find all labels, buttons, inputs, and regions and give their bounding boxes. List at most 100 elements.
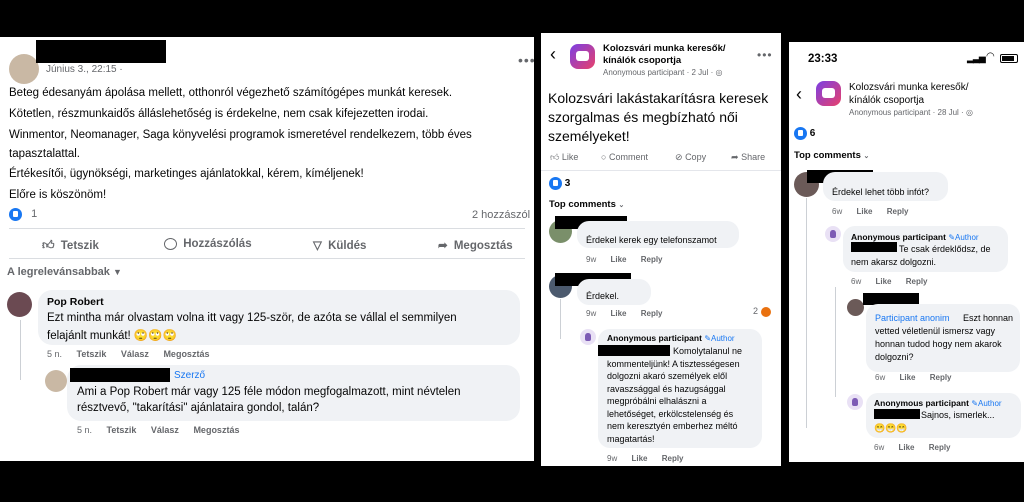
anonymous-avatar-icon[interactable] xyxy=(847,394,863,410)
post-date[interactable]: Június 3., 22:15 · xyxy=(46,64,123,75)
comment-reply-button[interactable]: Reply xyxy=(887,207,909,216)
comment-text: Komolytalanul ne kommenteljünk! A tiszte… xyxy=(607,346,743,444)
comment-like-button[interactable]: Like xyxy=(856,207,872,216)
angry-reaction-icon xyxy=(760,306,771,317)
post-line: Winmentor, Neomanager, Saga könyvelési p… xyxy=(9,129,472,141)
author-badge: ✎Author xyxy=(704,334,735,343)
comment-actions: 5 n. Tetszik Válasz Megosztás xyxy=(47,349,221,359)
comment-like-button[interactable]: Like xyxy=(875,277,891,286)
wifi-icon: ◠ xyxy=(986,51,995,62)
share-arrow-icon: ➦ xyxy=(438,240,448,252)
comment-time[interactable]: 6w xyxy=(851,277,861,286)
comment-author[interactable]: Anonymous participant ✎Author xyxy=(607,333,735,343)
author-avatar[interactable] xyxy=(45,370,67,392)
speech-bubble-icon: ○ xyxy=(601,152,607,162)
comment-like-button[interactable]: Tetszik xyxy=(77,349,107,359)
more-options-icon[interactable]: ••• xyxy=(757,48,773,62)
comment-text: nem akarsz dolgozni. xyxy=(851,257,937,267)
group-icon[interactable] xyxy=(570,44,595,69)
comment-sort-dropdown[interactable]: A legrelevánsabbak ▼ xyxy=(7,266,122,278)
anonymous-avatar-icon[interactable] xyxy=(825,226,841,242)
comment-text: résztvevő, "takarítási" ajánlataira gond… xyxy=(77,402,320,414)
comment-share-button[interactable]: Megosztás xyxy=(193,425,239,435)
mobile-post-panel-1: ‹ Kolozsvári munka keresők/ kínálók csop… xyxy=(541,33,781,466)
comment-reply-button[interactable]: Reply xyxy=(641,309,663,318)
like-reaction-icon xyxy=(794,127,807,140)
mobile-post-panel-2: 23:33 ▂▃▅ ◠ ‹ Kolozsvári munka keresők/ … xyxy=(789,42,1024,462)
comment-time[interactable]: 5 n. xyxy=(77,425,92,435)
top-comments-filter[interactable]: Top comments ⌄ xyxy=(549,199,624,210)
back-arrow-icon[interactable]: ‹ xyxy=(550,44,556,65)
comment-actions: 6w Like Reply xyxy=(875,373,964,382)
comment-text: Érdekel kerek egy telefonszamot xyxy=(586,235,717,245)
comment-count[interactable]: 2 hozzászól xyxy=(472,209,530,221)
group-icon[interactable] xyxy=(816,81,841,106)
comment-actions: 6w Like Reply xyxy=(832,207,921,216)
comment-reply-button[interactable]: Reply xyxy=(662,454,684,463)
comment-text: Érdekel. xyxy=(586,291,620,301)
comment-reply-button[interactable]: Válasz xyxy=(151,425,179,435)
like-button[interactable]: 👍︎ Tetszik xyxy=(42,238,99,253)
comment-reply-button[interactable]: Válasz xyxy=(121,349,149,359)
comment-like-button[interactable]: Tetszik xyxy=(107,425,137,435)
comment-time[interactable]: 6w xyxy=(874,443,884,452)
comment-text: felajánlt munkát! 🙄🙄🙄 xyxy=(47,330,177,342)
post-subline: Anonymous participant · 2 Jul · ◎ xyxy=(603,68,723,77)
share-button[interactable]: ➦ Megosztás xyxy=(438,238,513,252)
group-name[interactable]: kínálók csoportja xyxy=(603,55,681,66)
commenter-avatar[interactable] xyxy=(7,292,32,317)
comment-time[interactable]: 9w xyxy=(586,309,596,318)
poster-avatar[interactable] xyxy=(9,54,39,84)
chevron-down-icon: ⌄ xyxy=(618,202,625,209)
comment-time[interactable]: 9w xyxy=(607,454,617,463)
redacted-name xyxy=(70,368,170,382)
comment-like-button[interactable]: Like xyxy=(610,309,626,318)
comment-author[interactable]: Anonymous participant ✎Author xyxy=(851,232,979,242)
anonymous-avatar-icon[interactable] xyxy=(580,329,596,345)
back-arrow-icon[interactable]: ‹ xyxy=(796,84,802,105)
comment-reply-button[interactable]: Reply xyxy=(930,373,952,382)
reaction-summary[interactable]: 1 xyxy=(9,208,37,221)
post-subline: Anonymous participant · 28 Jul · ◎ xyxy=(849,108,973,117)
comment-button[interactable]: Hozzászólás xyxy=(164,238,252,250)
divider xyxy=(9,228,525,229)
comment-text: Te csak érdeklődsz, de xyxy=(899,244,991,254)
comment-reply-button[interactable]: Reply xyxy=(906,277,928,286)
commenter-avatar[interactable] xyxy=(847,299,864,316)
comment-like-button[interactable]: Like xyxy=(898,443,914,452)
comment-button[interactable]: ○ Comment xyxy=(601,152,648,162)
reaction-summary[interactable]: 3 xyxy=(549,177,570,190)
comment-reply-button[interactable]: Reply xyxy=(641,255,663,264)
share-button[interactable]: ➦ Share xyxy=(731,152,765,163)
comment-text: dolgozni? xyxy=(875,352,914,362)
redacted-name xyxy=(874,409,920,419)
top-comments-filter[interactable]: Top comments ⌄ xyxy=(794,150,869,161)
comment-text: honnan tudod hogy nem akarok xyxy=(875,339,1002,349)
comment-time[interactable]: 5 n. xyxy=(47,349,62,359)
comment-reply-button[interactable]: Reply xyxy=(929,443,951,452)
post-line: Értékesítői, ügynökségi, marketinges ajá… xyxy=(9,168,364,180)
reaction-summary[interactable]: 6 xyxy=(794,127,815,140)
comment-time[interactable]: 9w xyxy=(586,255,596,264)
send-button[interactable]: ▽ Küldés xyxy=(313,238,366,252)
more-options-icon[interactable]: ••• xyxy=(518,52,534,68)
comment-like-button[interactable]: Like xyxy=(899,373,915,382)
group-name[interactable]: kínálók csoportja xyxy=(849,95,924,106)
comment-author[interactable]: Anonymous participant ✎Author xyxy=(874,398,1002,408)
comment-like-button[interactable]: Like xyxy=(631,454,647,463)
comment-share-button[interactable]: Megosztás xyxy=(163,349,209,359)
comment-like-button[interactable]: Like xyxy=(610,255,626,264)
comment-time[interactable]: 6w xyxy=(832,207,842,216)
comment-text: Ezt mintha már olvastam volna itt vagy 1… xyxy=(47,312,457,324)
group-name[interactable]: Kolozsvári munka keresők/ xyxy=(603,43,726,54)
comment-time[interactable]: 6w xyxy=(875,373,885,382)
like-button[interactable]: 👍︎ Like xyxy=(550,152,578,163)
comment-actions: 6w Like Reply xyxy=(851,277,940,286)
like-reaction-icon xyxy=(549,177,562,190)
comment-author[interactable]: Participant anonim xyxy=(875,313,950,323)
comment-actions: 5 n. Tetszik Válasz Megosztás xyxy=(77,425,251,435)
comment-author[interactable]: Pop Robert xyxy=(47,296,104,308)
copy-button[interactable]: ⊘ Copy xyxy=(675,152,706,163)
comment-reactions[interactable]: 2 xyxy=(753,306,771,317)
group-name[interactable]: Kolozsvári munka keresők/ xyxy=(849,82,969,93)
